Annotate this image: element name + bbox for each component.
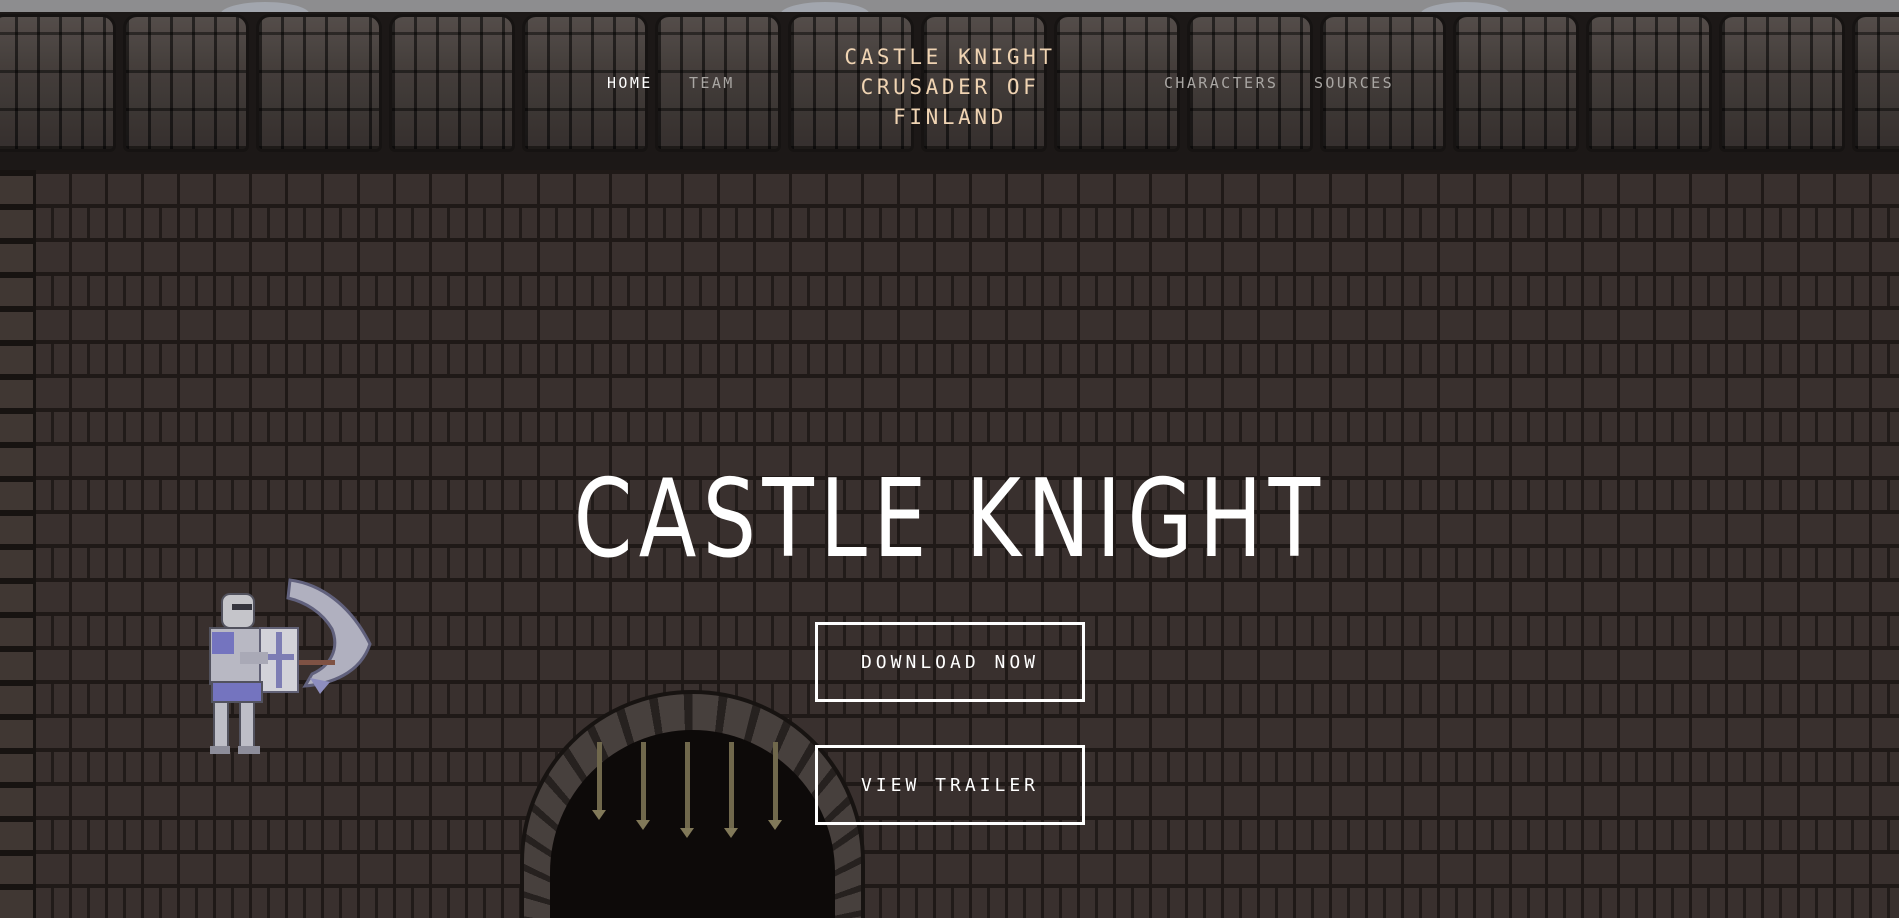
download-now-label: DOWNLOAD NOW — [860, 651, 1040, 673]
download-now-button[interactable]: DOWNLOAD NOW — [815, 622, 1085, 702]
merlon — [123, 14, 249, 152]
nav-characters[interactable]: CHARACTERS — [1164, 74, 1278, 92]
merlon — [0, 14, 116, 152]
portcullis-spike — [592, 742, 606, 820]
merlon — [1586, 14, 1712, 152]
merlon — [1453, 14, 1579, 152]
site-title-line: FINLAND — [893, 105, 1007, 129]
hero-heading: CASTLE KNIGHT — [573, 457, 1327, 582]
nav-team[interactable]: TEAM — [689, 74, 735, 92]
portcullis-spike — [636, 742, 650, 830]
view-trailer-label: VIEW TRAILER — [860, 774, 1040, 796]
site-title[interactable]: CASTLE KNIGHT CRUSADER OF FINLAND — [820, 42, 1080, 132]
merlon — [256, 14, 382, 152]
site-title-line: CASTLE KNIGHT — [844, 45, 1056, 69]
hero-stage: HOME TEAM CASTLE KNIGHT CRUSADER OF FINL… — [0, 0, 1899, 918]
view-trailer-button[interactable]: VIEW TRAILER — [815, 745, 1085, 825]
brick-wall-edge — [0, 170, 36, 918]
merlon — [1852, 14, 1899, 152]
merlon — [389, 14, 515, 152]
portcullis-spike — [680, 742, 694, 838]
nav-home[interactable]: HOME — [607, 74, 653, 92]
knight-sprite — [209, 578, 372, 754]
merlon — [1719, 14, 1845, 152]
nav-sources[interactable]: SOURCES — [1314, 74, 1394, 92]
site-title-line: CRUSADER OF — [860, 75, 1040, 99]
portcullis-spike — [768, 742, 782, 830]
portcullis-spike — [724, 742, 738, 838]
